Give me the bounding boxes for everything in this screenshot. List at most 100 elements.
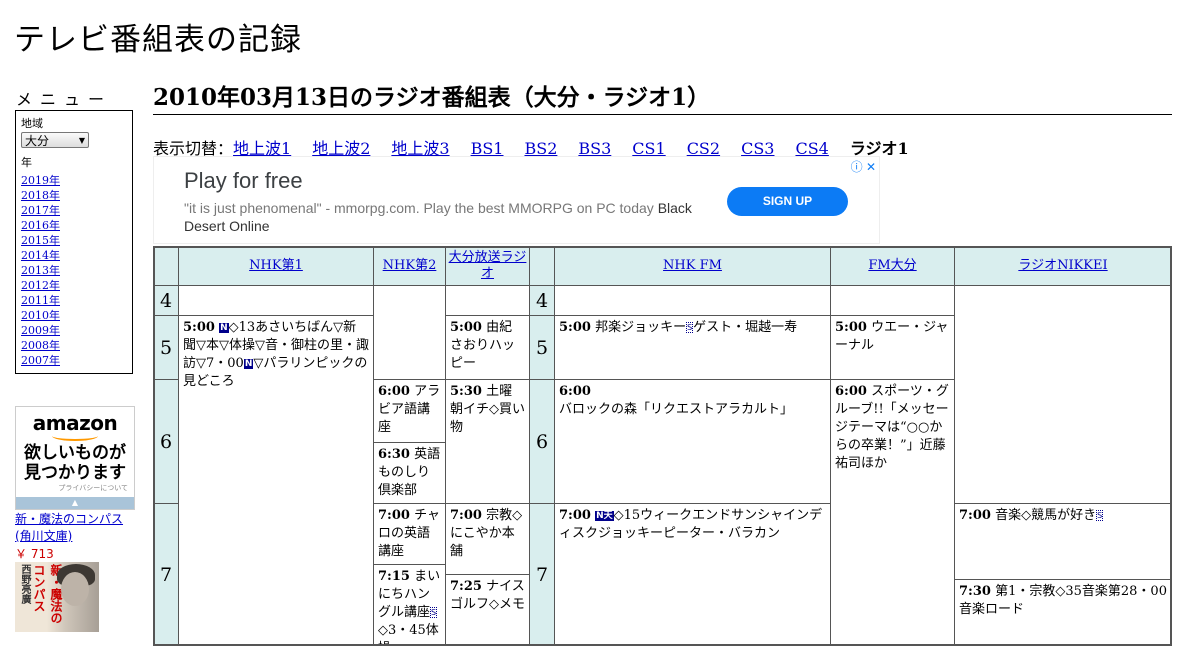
program-time: 6:00 [559, 384, 591, 399]
program-time: 7:00 [378, 508, 410, 523]
program-cell[interactable]: 7:30 第1・宗教◇35音楽第28・00音楽ロード [954, 579, 1172, 646]
program-cell-empty [954, 285, 1172, 504]
program-time: 5:30 [450, 384, 482, 399]
stereo-icon: S [1096, 510, 1104, 521]
program-time: 5:00 [450, 320, 482, 335]
channel-header-fmoita: FM大分 [830, 246, 955, 286]
program-cell[interactable]: 6:30 英語ものしり倶楽部 [373, 442, 446, 504]
hour-cell: 5 [529, 315, 555, 380]
book-title-link[interactable]: 新・魔法のコンパス (角川文庫) [15, 511, 140, 545]
program-time: 6:00 [378, 384, 410, 399]
channel-link-fmoita[interactable]: FM大分 [868, 258, 916, 274]
stereo-icon: S [430, 607, 438, 618]
program-cell[interactable]: 5:00 N◇13あさいちばん▽新聞▽本▽体操▽音・御柱の里・諏訪▽7・00N▽… [178, 315, 374, 646]
program-time: 7:00 [559, 508, 591, 523]
program-cell[interactable]: 5:30 土曜朝イチ◇買い物 [445, 379, 530, 504]
program-time: 6:00 [835, 384, 867, 399]
ad-body-text: "it is just phenomenal" - mmorpg.com. Pl… [184, 200, 658, 216]
book-cover-author: 西野亮廣 [19, 564, 30, 604]
program-time: 7:00 [959, 508, 991, 523]
ad-headline[interactable]: Play for free [184, 168, 303, 194]
ad-body: "it is just phenomenal" - mmorpg.com. Pl… [184, 199, 694, 235]
program-cell-empty [830, 285, 955, 316]
schedule-table: NHK第1 NHK第2 大分放送ラジオ NHK FM FM大分 ラジオNIKKE… [153, 246, 1172, 646]
program-time: 5:00 [835, 320, 867, 335]
program-cell[interactable]: 5:00 邦楽ジョッキーSゲスト・堀越一寿 [554, 315, 831, 380]
program-time: 6:30 [378, 447, 410, 462]
channel-link-nikkei[interactable]: ラジオNIKKEI [1018, 258, 1107, 274]
program-cell[interactable]: 7:00 音楽◇競馬が好きS [954, 503, 1172, 580]
program-cell[interactable]: 5:00 ウエー・ジャーナル [830, 315, 955, 380]
program-time: 7:15 [378, 569, 410, 584]
region-select[interactable]: 大分 ▼ [21, 132, 89, 148]
year-list: 2019年 2018年 2017年 2016年 2015年 2014年 2013… [21, 173, 127, 368]
ad-close-icon[interactable]: ⓘ ✕ [851, 158, 876, 175]
hour-cell: 4 [529, 285, 555, 316]
program-title: 邦楽ジョッキー [595, 320, 687, 335]
program-cell[interactable]: 5:00 由紀さおりハッピー [445, 315, 530, 380]
program-cell[interactable]: 6:00 バロックの森「リクエストアラカルト」 [554, 379, 831, 504]
channel-header-nhk1: NHK第1 [178, 246, 374, 286]
program-time: 7:00 [450, 508, 482, 523]
program-cell[interactable]: 7:00 チャロの英語講座 [373, 503, 446, 565]
corner-cell-2 [529, 246, 555, 286]
hour-cell: 6 [153, 379, 179, 504]
year-link-2009[interactable]: 2009年 [21, 324, 60, 337]
hour-cell: 7 [153, 503, 179, 646]
program-cell[interactable]: 7:00 宗教◇にこやか本舗 [445, 503, 530, 575]
amazon-privacy-link[interactable]: プライバシーについて [16, 483, 134, 493]
channel-header-nhkfm: NHK FM [554, 246, 831, 286]
program-title-cont: ゲスト・堀越一寿 [693, 320, 798, 335]
channel-header-nikkei: ラジオNIKKEI [954, 246, 1172, 286]
channel-link-nhk1[interactable]: NHK第1 [249, 258, 303, 274]
program-time: 7:30 [959, 584, 991, 599]
page-heading: 2010年03月13日のラジオ番組表（大分・ラジオ1） [153, 84, 1172, 115]
year-link-2012[interactable]: 2012年 [21, 279, 60, 292]
year-link-2014[interactable]: 2014年 [21, 249, 60, 262]
amazon-tagline-line2: 見つかります [24, 463, 126, 483]
news-icon: N [219, 323, 229, 333]
program-cell[interactable]: 7:00 N天◇15ウィークエンドサンシャインディスクジョッキーピーター・バラカ… [554, 503, 831, 646]
year-link-2016[interactable]: 2016年 [21, 219, 60, 232]
channel-link-obs[interactable]: 大分放送ラジオ [448, 250, 527, 282]
amazon-tagline-line1: 欲しいものが [24, 443, 126, 463]
program-cell[interactable]: 6:00 スポーツ・グルーブ!!「メッセージテーマは“○○からの卒業！”」近藤祐… [830, 379, 955, 646]
year-link-2019[interactable]: 2019年 [21, 174, 60, 187]
program-cell-empty [178, 285, 374, 316]
news-icon: N [243, 359, 254, 369]
program-cell[interactable]: 6:00 アラビア語講座 [373, 379, 446, 443]
program-time: 5:00 [183, 320, 215, 335]
menu-title: メニュー [16, 90, 113, 109]
year-link-2010[interactable]: 2010年 [21, 309, 60, 322]
program-title-cont: ◇3・45体操 [378, 623, 439, 645]
cover-portrait-face [61, 572, 89, 606]
amazon-logo: amazon [32, 411, 118, 435]
channel-header-obs: 大分放送ラジオ [445, 246, 530, 286]
year-link-2007[interactable]: 2007年 [21, 354, 60, 367]
year-link-2015[interactable]: 2015年 [21, 234, 60, 247]
program-cell[interactable]: 7:15 まいにちハングル講座S◇3・45体操 [373, 564, 446, 646]
book-cover-image[interactable]: 西野亮廣 新・魔法のコンパス [15, 562, 99, 632]
banner-ad[interactable]: Play for free "it is just phenomenal" - … [153, 156, 880, 244]
amazon-ad[interactable]: amazon 欲しいものが 見つかります プライバシーについて ▲ [15, 406, 135, 510]
hour-cell: 7 [529, 503, 555, 646]
year-link-2011[interactable]: 2011年 [21, 294, 60, 307]
hour-cell: 5 [153, 315, 179, 380]
program-cell[interactable]: 7:25 ナイスゴルフ◇メモ [445, 574, 530, 646]
amazon-expand-icon[interactable]: ▲ [16, 497, 134, 509]
program-time: 7:25 [450, 579, 482, 594]
chevron-down-icon: ▼ [78, 135, 85, 145]
year-link-2013[interactable]: 2013年 [21, 264, 60, 277]
hour-cell: 6 [529, 379, 555, 504]
channel-link-nhk2[interactable]: NHK第2 [383, 258, 437, 274]
channel-link-nhkfm[interactable]: NHK FM [663, 258, 722, 274]
book-price: ￥ 713 [15, 547, 54, 561]
year-link-2018[interactable]: 2018年 [21, 189, 60, 202]
year-link-2008[interactable]: 2008年 [21, 339, 60, 352]
program-title: 音楽◇競馬が好き [995, 508, 1097, 523]
year-label: 年 [21, 156, 32, 169]
year-link-2017[interactable]: 2017年 [21, 204, 60, 217]
region-select-value: 大分 [25, 133, 50, 148]
program-cell-empty [554, 285, 831, 316]
signup-button[interactable]: SIGN UP [727, 187, 848, 216]
